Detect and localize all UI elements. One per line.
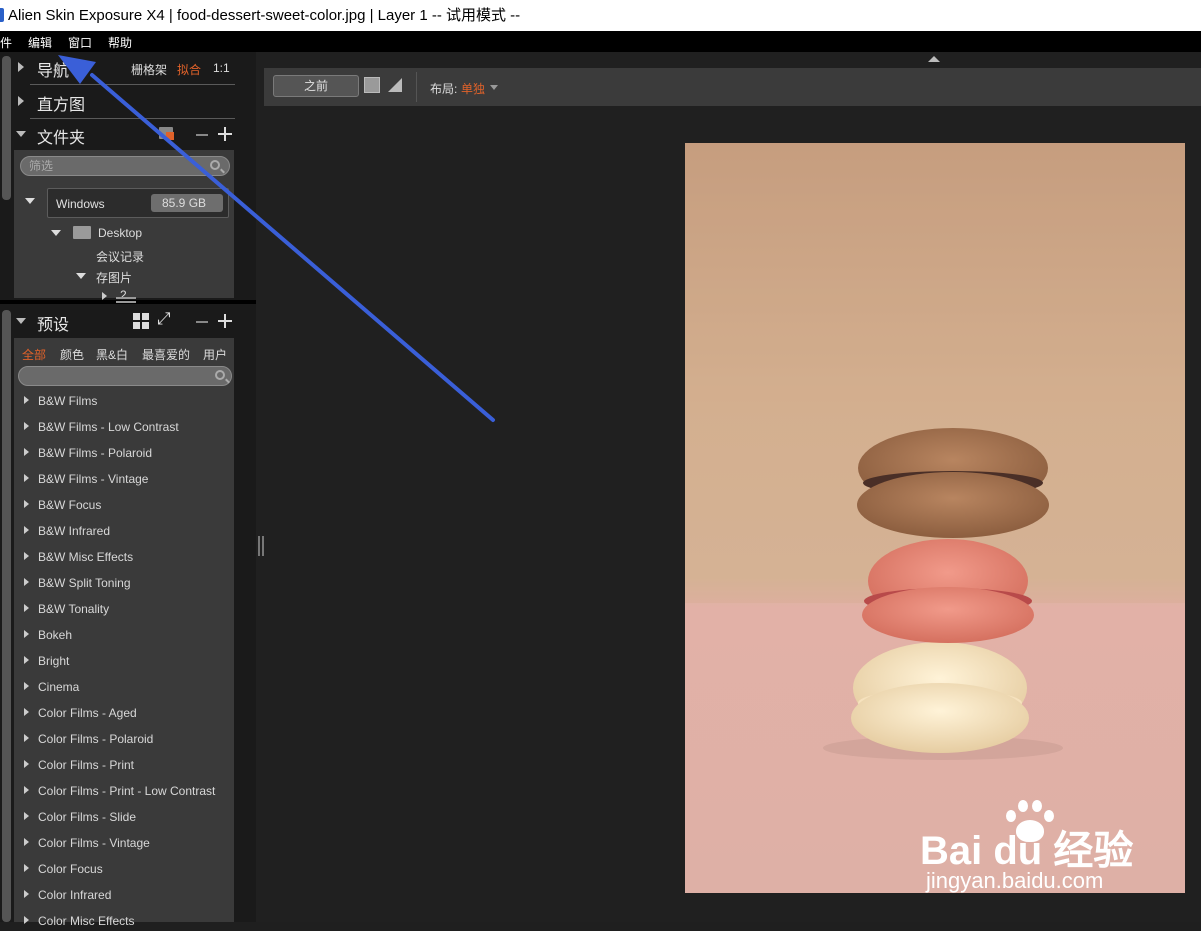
annotation-arrow-overlay [58, 55, 495, 422]
annotation-arrow-line [90, 73, 495, 422]
annotation-arrow-head [58, 55, 96, 84]
